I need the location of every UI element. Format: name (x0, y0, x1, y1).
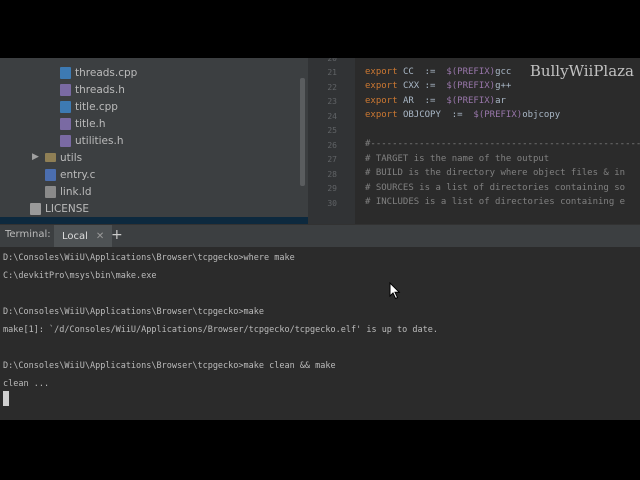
tree-item-utils-folder[interactable]: utils (45, 149, 82, 166)
tab-local[interactable]: Local ✕ (54, 225, 113, 247)
code-comment: # INCLUDES is a list of directories cont… (365, 197, 626, 207)
line-number: 20 (327, 58, 337, 63)
cpp-file-icon (60, 66, 71, 79)
code-comment: # BUILD is the directory where object fi… (365, 168, 626, 178)
code-comment: #---------------------------------------… (365, 139, 640, 149)
tree-item-label: threads.h (75, 83, 125, 96)
line-number: 25 (327, 126, 337, 135)
chevron-right-icon[interactable]: ▶ (32, 152, 39, 162)
letterbox-top (0, 0, 640, 58)
line-number: 27 (327, 155, 337, 164)
channel-watermark: BullyWiiPlaza (529, 62, 634, 80)
tab-label: Local (62, 230, 88, 242)
line-number-gutter: 20 21 22 23 24 25 26 27 28 29 30 (308, 58, 355, 224)
header-file-icon (60, 134, 71, 147)
line-number: 28 (327, 170, 337, 179)
tree-item-label: utils (60, 151, 83, 164)
tree-item-label: title.h (75, 117, 106, 130)
line-number: 24 (327, 112, 337, 121)
terminal-line: D:\Consoles\WiiU\Applications\Browser\tc… (3, 307, 264, 317)
linker-file-icon (45, 185, 56, 198)
code-comment: # SOURCES is a list of directories conta… (365, 183, 626, 193)
add-terminal-icon[interactable]: + (111, 227, 123, 243)
code-line: export AR := $(PREFIX)ar (365, 96, 506, 106)
tree-item-license[interactable]: LICENSE (30, 200, 89, 217)
line-number: 30 (327, 199, 337, 208)
cpp-file-icon (60, 100, 71, 113)
folder-icon (45, 153, 56, 162)
terminal-line: make[1]: `/d/Consoles/WiiU/Applications/… (3, 325, 438, 335)
tree-item-label: LICENSE (45, 202, 90, 215)
code-comment: # TARGET is the name of the output (365, 154, 550, 164)
tree-item-label: entry.c (60, 168, 96, 181)
tree-item-link-ld[interactable]: link.ld (45, 183, 92, 200)
tree-item-title-cpp[interactable]: title.cpp (60, 98, 118, 115)
ide-window: threads.cpp threads.h title.cpp title.h … (0, 58, 640, 420)
c-file-icon (45, 168, 56, 181)
tree-item-threads-h[interactable]: threads.h (60, 81, 125, 98)
tree-item-entry-c[interactable]: entry.c (45, 166, 95, 183)
tree-item-label: link.ld (60, 185, 92, 198)
text-file-icon (30, 202, 41, 215)
code-line: export OBJCOPY := $(PREFIX)objcopy (365, 110, 561, 120)
header-file-icon (60, 117, 71, 130)
line-number: 21 (327, 68, 337, 77)
project-tree: threads.cpp threads.h title.cpp title.h … (0, 58, 308, 224)
tree-item-threads-cpp[interactable]: threads.cpp (60, 64, 137, 81)
terminal-toolbar: Terminal: Local ✕ + (0, 224, 640, 248)
tree-item-label: threads.cpp (75, 66, 138, 79)
close-icon[interactable]: ✕ (96, 231, 104, 242)
tree-item-label: title.cpp (75, 100, 118, 113)
mouse-pointer-icon (389, 282, 401, 300)
tree-item-title-h[interactable]: title.h (60, 115, 106, 132)
letterbox-bottom (0, 420, 640, 480)
line-number: 26 (327, 141, 337, 150)
terminal-label: Terminal: (5, 229, 51, 240)
header-file-icon (60, 83, 71, 96)
terminal-line: D:\Consoles\WiiU\Applications\Browser\tc… (3, 361, 336, 371)
line-number: 22 (327, 83, 337, 92)
terminal-output[interactable]: D:\Consoles\WiiU\Applications\Browser\tc… (0, 247, 640, 420)
line-number: 29 (327, 184, 337, 193)
terminal-line: clean ... (3, 379, 50, 389)
line-number: 23 (327, 97, 337, 106)
code-line: export CXX := $(PREFIX)g++ (365, 81, 512, 91)
tree-scrollbar[interactable] (300, 78, 305, 186)
terminal-line: C:\devkitPro\msys\bin\make.exe (3, 271, 157, 281)
terminal-line: D:\Consoles\WiiU\Applications\Browser\tc… (3, 253, 295, 263)
code-editor[interactable]: 20 21 22 23 24 25 26 27 28 29 30 export … (308, 58, 640, 224)
tree-item-utilities-h[interactable]: utilities.h (60, 132, 123, 149)
tree-item-label: utilities.h (75, 134, 124, 147)
code-line: export CC := $(PREFIX)gcc (365, 67, 512, 77)
tree-selection-highlight (0, 217, 308, 224)
text-cursor (3, 391, 9, 406)
